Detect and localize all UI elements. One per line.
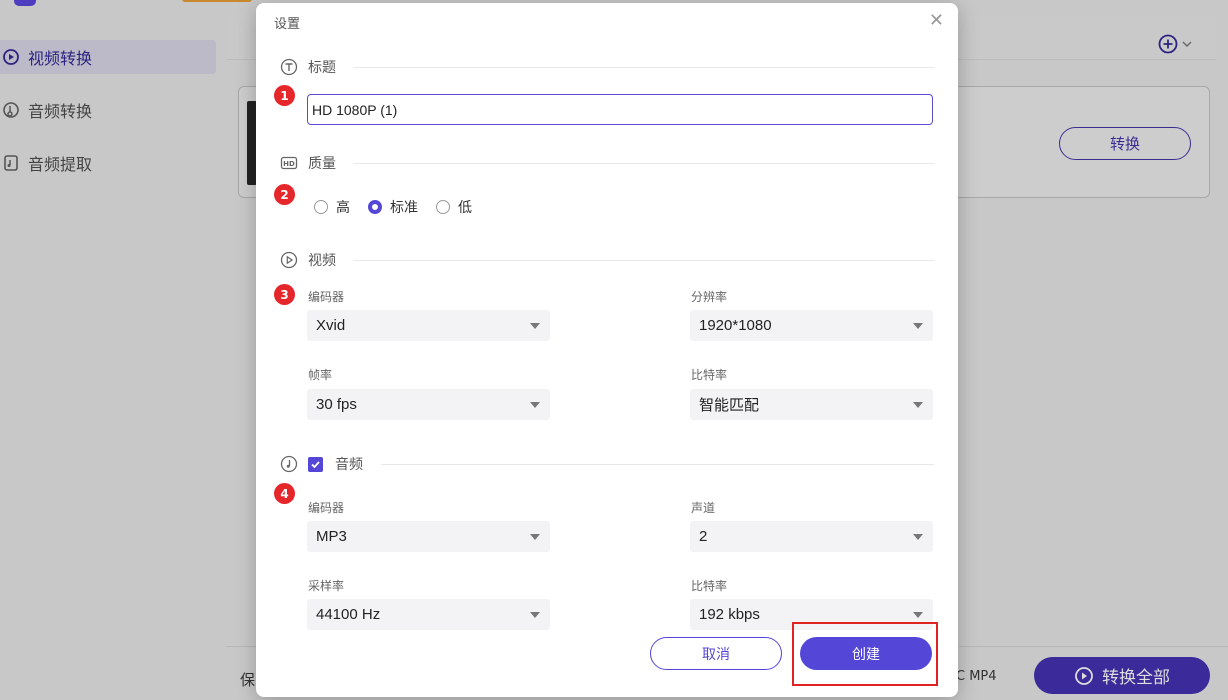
video-convert-icon (3, 49, 19, 65)
chevron-down-icon (1182, 41, 1192, 47)
video-encoder-select[interactable]: Xvid (307, 310, 550, 341)
output-format-label[interactable]: C MP4 (956, 669, 997, 684)
caret-down-icon (530, 322, 540, 329)
select-value: 30 fps (316, 396, 357, 413)
cancel-button[interactable]: 取消 (650, 637, 782, 670)
section-video-header: 视频 (280, 250, 934, 270)
video-resolution-label: 分辨率 (691, 290, 728, 304)
quality-radio-low[interactable]: 低 (436, 197, 472, 217)
sidebar-item-label: 视频转换 (28, 49, 93, 68)
quality-radio-standard[interactable]: 标准 (368, 197, 418, 217)
video-resolution-select[interactable]: 1920*1080 (690, 310, 933, 341)
convert-button-label: 转换 (1109, 135, 1140, 153)
play-circle-icon (280, 251, 298, 269)
radio-label: 低 (458, 200, 472, 216)
quality-radio-group: 高 标准 低 (314, 197, 472, 217)
audio-samplerate-select[interactable]: 44100 Hz (307, 599, 550, 630)
check-icon (311, 460, 320, 468)
convert-all-label: 转换全部 (1102, 668, 1170, 688)
section-audio-label: 音频 (335, 457, 363, 473)
step-badge: 2 (274, 184, 295, 205)
audio-bitrate-label: 比特率 (691, 579, 728, 593)
convert-icon (1075, 666, 1093, 685)
video-framerate-label: 帧率 (308, 368, 333, 382)
video-bitrate-select[interactable]: 智能匹配 (690, 389, 933, 420)
caret-down-icon (530, 401, 540, 408)
caret-down-icon (913, 533, 923, 540)
step-badge: 1 (274, 85, 295, 106)
radio-indicator (436, 200, 450, 214)
select-value: 1920*1080 (699, 317, 772, 334)
section-video-label: 视频 (308, 253, 336, 269)
sidebar-item-audio-convert[interactable]: 音频转换 (0, 93, 216, 127)
divider (354, 66, 934, 68)
section-title-label: 标题 (308, 60, 336, 76)
video-encoder-label: 编码器 (308, 290, 345, 304)
caret-down-icon (530, 611, 540, 618)
divider (381, 463, 934, 465)
add-file-button[interactable] (1158, 34, 1192, 54)
create-button-label: 创建 (852, 646, 880, 663)
audio-encoder-select[interactable]: MP3 (307, 521, 550, 552)
audio-extract-icon (4, 155, 18, 171)
dialog-title: 设置 (274, 17, 301, 32)
audio-enable-checkbox[interactable] (308, 456, 323, 472)
radio-label: 高 (336, 200, 350, 216)
step-badge: 4 (274, 483, 295, 504)
section-audio-header: 音频 (280, 454, 934, 474)
select-value: 2 (699, 528, 708, 545)
section-quality-header: HD 质量 (280, 153, 934, 173)
caret-down-icon (913, 322, 923, 329)
audio-channel-select[interactable]: 2 (690, 521, 933, 552)
radio-indicator (368, 200, 382, 214)
quality-radio-high[interactable]: 高 (314, 197, 350, 217)
caret-down-icon (913, 611, 923, 618)
video-bitrate-label: 比特率 (691, 368, 728, 382)
caret-down-icon (530, 533, 540, 540)
cancel-button-label: 取消 (702, 646, 730, 663)
convert-all-button[interactable]: 转换全部 (1034, 657, 1210, 694)
save-path-label: 保 (240, 671, 256, 689)
select-value: Xvid (316, 317, 346, 334)
divider (354, 259, 934, 261)
close-icon[interactable]: ✕ (929, 12, 944, 30)
plus-circle-icon (1158, 34, 1178, 54)
divider (354, 162, 934, 164)
sidebar-item-label: 音频提取 (28, 155, 93, 174)
sidebar: 视频转换 音频转换 音频提取 (0, 40, 216, 199)
select-value: 192 kbps (699, 606, 760, 623)
caret-down-icon (913, 401, 923, 408)
settings-dialog: 设置 ✕ 标题 1 HD 质量 2 高 标准 低 (256, 3, 958, 697)
music-circle-icon (280, 455, 298, 473)
text-icon (280, 58, 298, 76)
sidebar-item-video-convert[interactable]: 视频转换 (0, 40, 216, 74)
audio-bitrate-select[interactable]: 192 kbps (690, 599, 933, 630)
audio-channel-label: 声道 (691, 501, 716, 515)
convert-button[interactable]: 转换 (1059, 127, 1191, 160)
svg-text:HD: HD (283, 160, 295, 168)
audio-convert-icon (3, 102, 19, 118)
select-value: 智能匹配 (699, 397, 760, 414)
section-quality-label: 质量 (308, 156, 336, 172)
audio-samplerate-label: 采样率 (308, 579, 345, 593)
sidebar-item-audio-extract[interactable]: 音频提取 (0, 146, 216, 180)
video-framerate-select[interactable]: 30 fps (307, 389, 550, 420)
radio-label: 标准 (390, 200, 418, 216)
step-badge: 3 (274, 284, 295, 305)
select-value: MP3 (316, 528, 347, 545)
section-title-header: 标题 (280, 57, 934, 77)
audio-encoder-label: 编码器 (308, 501, 345, 515)
title-input[interactable] (307, 94, 933, 125)
app-logo (14, 0, 36, 6)
sidebar-item-label: 音频转换 (28, 102, 93, 121)
select-value: 44100 Hz (316, 606, 381, 623)
radio-indicator (314, 200, 328, 214)
upgrade-button[interactable] (182, 0, 252, 2)
create-button[interactable]: 创建 (800, 637, 932, 670)
hd-icon: HD (280, 154, 298, 172)
